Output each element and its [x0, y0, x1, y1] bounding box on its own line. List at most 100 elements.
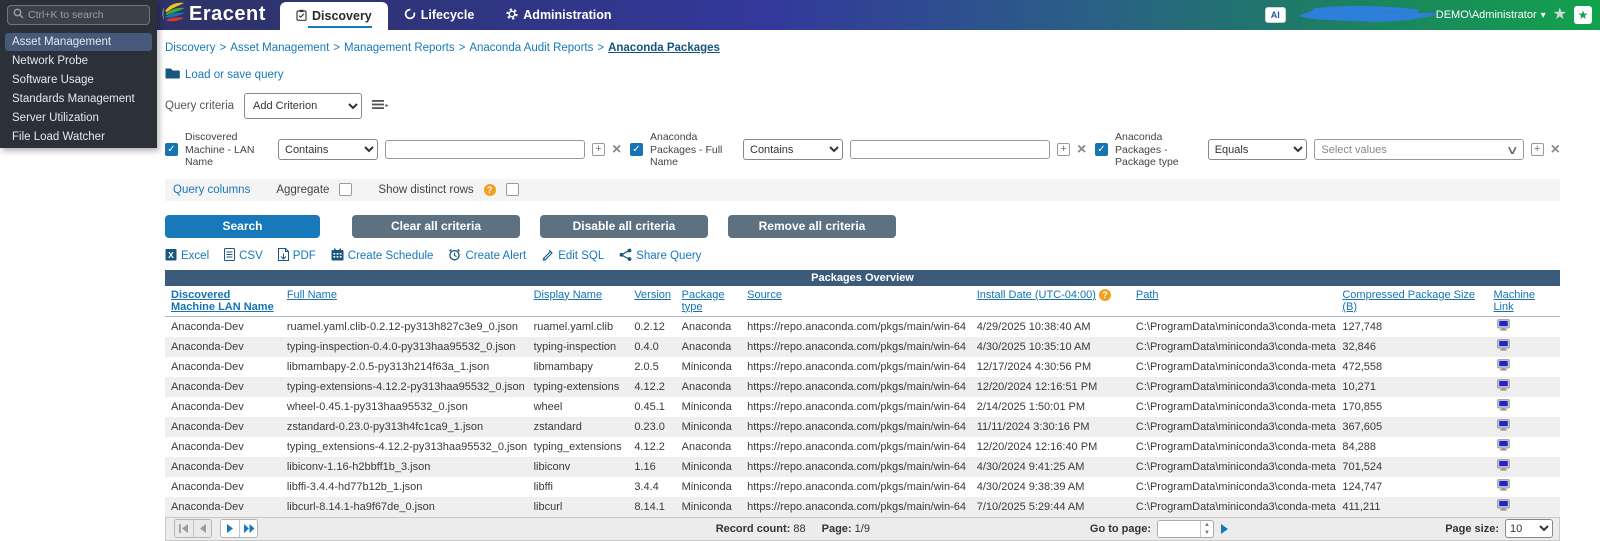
brand-logo: Eracent [162, 1, 266, 28]
load-or-save-query-link[interactable]: Load or save query [165, 67, 1560, 82]
next-page-button[interactable] [221, 520, 239, 538]
col-header-package-type[interactable]: Package type [682, 289, 725, 313]
criterion-checkbox[interactable]: ✓ [1095, 143, 1108, 157]
tab-lifecycle[interactable]: Lifecycle [388, 0, 491, 30]
cell-size: 472,558 [1342, 360, 1383, 373]
sidebar-item-standards-management[interactable]: Standards Management [5, 90, 152, 108]
breadcrumb-anaconda-audit-reports[interactable]: Anaconda Audit Reports [469, 42, 593, 54]
criterion-value-input[interactable] [385, 140, 585, 160]
add-condition-icon[interactable]: + [592, 143, 605, 157]
machine-link-icon[interactable] [1497, 359, 1511, 374]
cell-full-name: typing-extensions-4.12.2-py313haa95532_0… [286, 380, 525, 393]
global-search-box[interactable] [7, 5, 150, 25]
previous-page-button[interactable] [193, 520, 211, 538]
cell-path: C:\ProgramData\miniconda3\conda-meta\ [1135, 400, 1337, 413]
col-header-install-date[interactable]: Install Date (UTC-04:00) [977, 289, 1096, 301]
pdf-icon [277, 247, 289, 264]
cell-full-name: ruamel.yaml.clib-0.2.12-py313h827c3e9_0.… [286, 320, 518, 333]
col-header-machine-link[interactable]: Machine Link [1493, 289, 1535, 313]
goto-page-go-button[interactable] [1220, 523, 1229, 534]
col-header-lan-name[interactable]: Discovered Machine LAN Name [171, 289, 274, 313]
criterion-checkbox[interactable]: ✓ [630, 143, 643, 157]
criterion-checkbox[interactable]: ✓ [165, 143, 178, 157]
machine-link-icon[interactable] [1497, 439, 1511, 454]
export-excel-link[interactable]: X Excel [165, 248, 209, 264]
select-values-dropdown[interactable]: Select values ∨ [1314, 139, 1524, 161]
criterion-operator-select[interactable]: Contains [278, 139, 378, 161]
machine-link-icon[interactable] [1497, 479, 1511, 494]
breadcrumb-management-reports[interactable]: Management Reports [344, 42, 455, 54]
favorites-star-icon[interactable]: ★ [1553, 7, 1567, 23]
col-header-full-name[interactable]: Full Name [287, 289, 337, 301]
sidebar-item-software-usage[interactable]: Software Usage [5, 71, 152, 89]
machine-link-icon[interactable] [1497, 499, 1511, 514]
cell-full-name: typing-inspection-0.4.0-py313haa95532_0.… [286, 340, 516, 353]
aggregate-checkbox[interactable] [339, 183, 353, 197]
cell-machine-link [1487, 397, 1560, 417]
breadcrumb-separator: > [458, 42, 466, 54]
criterion-operator-select[interactable]: Equals [1207, 139, 1308, 161]
add-condition-icon[interactable]: + [1530, 143, 1544, 157]
cell-lan-name: Anaconda-Dev [171, 380, 244, 393]
create-schedule-link[interactable]: Create Schedule [331, 248, 433, 264]
machine-link-icon[interactable] [1497, 459, 1511, 474]
machine-link-icon[interactable] [1497, 419, 1511, 434]
goto-page-spinner: ▲ ▼ [1157, 519, 1214, 538]
breadcrumb-asset-management[interactable]: Asset Management [230, 42, 329, 54]
machine-link-icon[interactable] [1497, 319, 1511, 334]
goto-page-input[interactable] [1158, 520, 1200, 537]
machine-link-icon[interactable] [1497, 379, 1511, 394]
tab-administration[interactable]: Administration [490, 0, 627, 30]
clear-all-criteria-button[interactable]: Clear all criteria [352, 214, 520, 238]
machine-link-icon[interactable] [1497, 399, 1511, 414]
user-menu[interactable]: DEMO\Administrator ▾ [1436, 9, 1546, 21]
bookmark-page-button[interactable]: ★ [1574, 6, 1592, 24]
remove-criterion-icon[interactable]: × [612, 142, 621, 158]
sidebar-item-network-probe[interactable]: Network Probe [5, 52, 152, 70]
ai-badge-button[interactable]: AI [1264, 7, 1286, 23]
query-columns-link[interactable]: Query columns [173, 184, 250, 196]
col-header-version[interactable]: Version [634, 289, 671, 301]
sidebar-item-file-load-watcher[interactable]: File Load Watcher [5, 128, 152, 146]
sidebar-item-asset-management[interactable]: Asset Management [5, 33, 152, 51]
first-page-button[interactable] [175, 520, 193, 538]
col-header-source[interactable]: Source [747, 289, 782, 301]
help-icon[interactable]: ? [483, 183, 496, 196]
criterion-operator-select[interactable]: Contains [743, 139, 843, 161]
sidebar-item-server-utilization[interactable]: Server Utilization [5, 109, 152, 127]
col-header-display-name[interactable]: Display Name [534, 289, 602, 301]
export-csv-link[interactable]: CSV [224, 247, 263, 264]
tab-discovery[interactable]: Discovery [280, 2, 388, 30]
criteria-menu-icon[interactable] [372, 99, 389, 114]
col-header-size[interactable]: Compressed Package Size (B) [1342, 289, 1475, 313]
cell-version: 4.12.2 [634, 380, 665, 393]
remove-criterion-icon[interactable]: × [1077, 142, 1086, 158]
query-criteria-row: Query criteria Add Criterion [165, 93, 1560, 119]
page-size-select[interactable]: 10 [1505, 519, 1553, 539]
cell-source: https://repo.anaconda.com/pkgs/main/win-… [747, 500, 967, 513]
search-button[interactable]: Search [165, 214, 320, 238]
share-query-link[interactable]: Share Query [619, 248, 701, 264]
remove-all-criteria-button[interactable]: Remove all criteria [728, 214, 896, 238]
cell-install-date: 4/30/2024 9:38:39 AM [976, 480, 1085, 493]
add-condition-icon[interactable]: + [1057, 143, 1070, 157]
cell-size: 124,747 [1342, 480, 1383, 493]
last-page-button[interactable] [239, 520, 257, 538]
machine-link-icon[interactable] [1497, 339, 1511, 354]
show-distinct-checkbox[interactable] [505, 183, 519, 197]
cell-source: https://repo.anaconda.com/pkgs/main/win-… [747, 320, 967, 333]
chevron-down-icon: ▾ [1540, 9, 1546, 21]
remove-criterion-icon[interactable]: × [1551, 142, 1560, 158]
disable-all-criteria-button[interactable]: Disable all criteria [540, 214, 708, 238]
criterion-value-input[interactable] [850, 140, 1050, 160]
edit-sql-link[interactable]: Edit SQL [541, 248, 604, 264]
install-date-help-icon[interactable]: ? [1099, 288, 1112, 301]
export-pdf-link[interactable]: PDF [277, 247, 316, 264]
search-input[interactable] [28, 9, 138, 21]
col-header-path[interactable]: Path [1136, 289, 1159, 301]
breadcrumb-anaconda-packages[interactable]: Anaconda Packages [608, 42, 720, 54]
breadcrumb-discovery[interactable]: Discovery [165, 42, 215, 54]
add-criterion-select[interactable]: Add Criterion [244, 93, 363, 119]
spin-up-icon[interactable]: ▲ [1201, 521, 1213, 529]
create-alert-link[interactable]: Create Alert [448, 248, 526, 264]
